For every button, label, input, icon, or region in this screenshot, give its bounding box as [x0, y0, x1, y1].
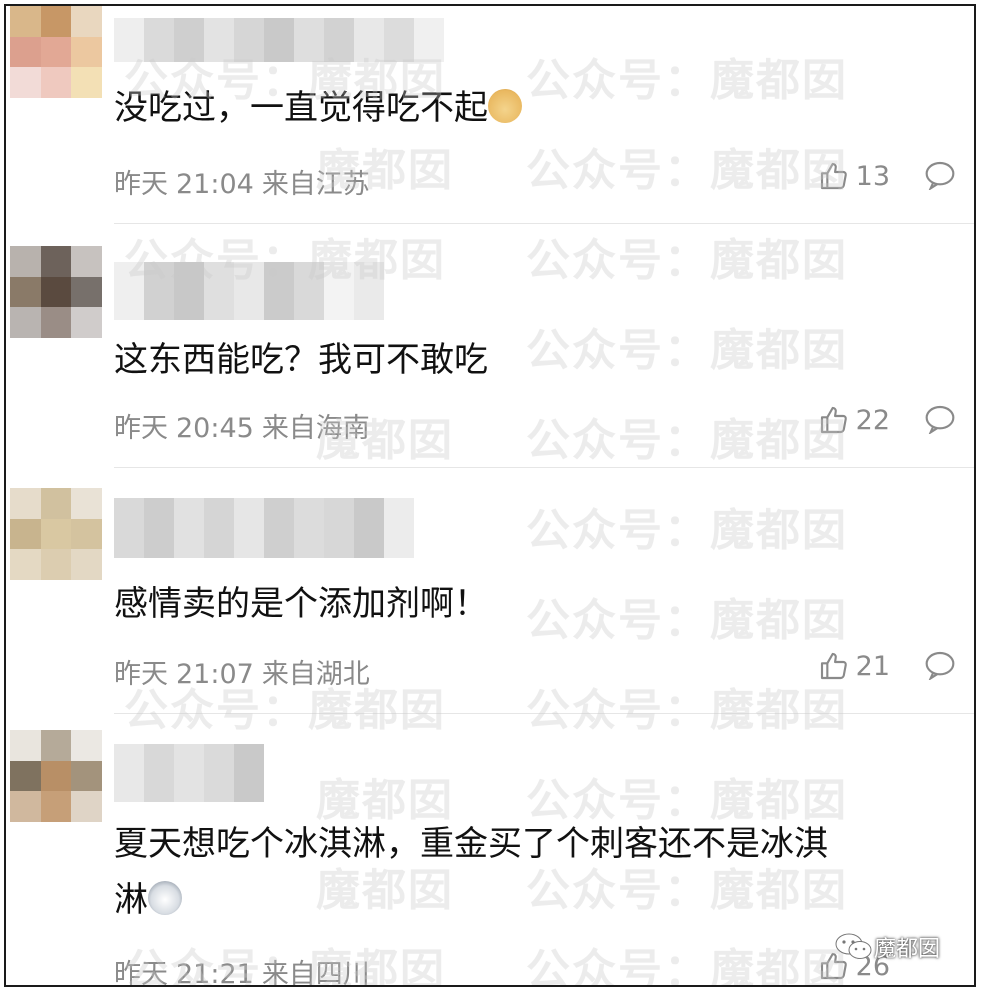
comment-date: 昨天: [114, 413, 168, 444]
comment-time: 21:21: [176, 959, 254, 987]
username-blurred[interactable]: [114, 498, 414, 558]
comment-text: 感情卖的是个添加剂啊！: [114, 584, 488, 624]
thumbs-up-icon: [820, 652, 847, 680]
wechat-badge: 魔都囡: [834, 931, 940, 963]
like-count: 22: [855, 404, 890, 436]
divider: [114, 467, 974, 468]
like-count: 21: [855, 650, 890, 682]
avatar[interactable]: [10, 488, 102, 580]
avatar[interactable]: [10, 6, 102, 98]
like-count: 13: [855, 160, 890, 192]
comment-time: 20:45: [176, 413, 254, 444]
comment-time: 21:04: [176, 169, 254, 200]
watermark: 公众号：魔都囡: [526, 505, 848, 556]
username-blurred[interactable]: [114, 262, 384, 320]
divider: [114, 223, 974, 224]
reply-button[interactable]: [924, 404, 956, 438]
avatar[interactable]: [10, 730, 102, 822]
thumbs-up-icon: [820, 406, 847, 434]
comment-text: 夏天想吃个冰淇淋，重金买了个刺客还不是冰淇 淋: [114, 824, 828, 920]
badge-label: 魔都囡: [873, 937, 940, 962]
username-blurred[interactable]: [114, 744, 264, 802]
comment-bubble-icon: [925, 405, 955, 436]
reply-button[interactable]: [924, 160, 956, 194]
comment-bubble-icon: [925, 651, 955, 682]
watermark: 公众号：魔都囡: [526, 945, 848, 987]
comment-meta: 昨天 20:45 来自海南: [114, 406, 378, 445]
comment-location: 来自四川: [261, 959, 370, 987]
husky-emoji: [148, 881, 182, 915]
watermark: 公众号：魔都囡: [526, 145, 848, 196]
watermark: 公众号：魔都囡: [526, 415, 848, 466]
comment-location: 来自江苏: [261, 169, 370, 200]
comment-location: 来自湖北: [261, 659, 370, 690]
like-button[interactable]: 13: [818, 160, 890, 192]
reply-button[interactable]: [924, 650, 956, 684]
watermark: 公众号：魔都囡: [526, 235, 848, 286]
comment-meta: 昨天 21:07 来自湖北: [114, 652, 378, 691]
comment-meta: 昨天 21:04 来自江苏: [114, 162, 378, 201]
comment-text: 这东西能吃？我可不敢吃: [114, 340, 488, 380]
thumbs-up-icon: [820, 162, 847, 190]
comment-date: 昨天: [114, 169, 168, 200]
watermark: 公众号：魔都囡: [526, 685, 848, 736]
comment-list-frame: 公众号：魔都囡 公众号：魔都囡 魔都囡 公众号：魔都囡 公众号：魔都囡 公众号：…: [4, 4, 976, 987]
comment-time: 21:07: [176, 659, 254, 690]
username-blurred[interactable]: [114, 18, 444, 62]
like-button[interactable]: 21: [818, 650, 890, 682]
like-button[interactable]: 22: [818, 404, 890, 436]
comment-date: 昨天: [114, 959, 168, 987]
comment-text: 没吃过，一直觉得吃不起: [114, 80, 956, 136]
comment-location: 来自海南: [261, 413, 370, 444]
comment-date: 昨天: [114, 659, 168, 690]
avatar[interactable]: [10, 246, 102, 338]
doge-emoji: [488, 89, 522, 123]
wechat-icon: [835, 933, 872, 959]
comment-bubble-icon: [925, 161, 955, 192]
divider: [114, 713, 974, 714]
comment-meta: 昨天 21:21 来自四川: [114, 952, 378, 987]
